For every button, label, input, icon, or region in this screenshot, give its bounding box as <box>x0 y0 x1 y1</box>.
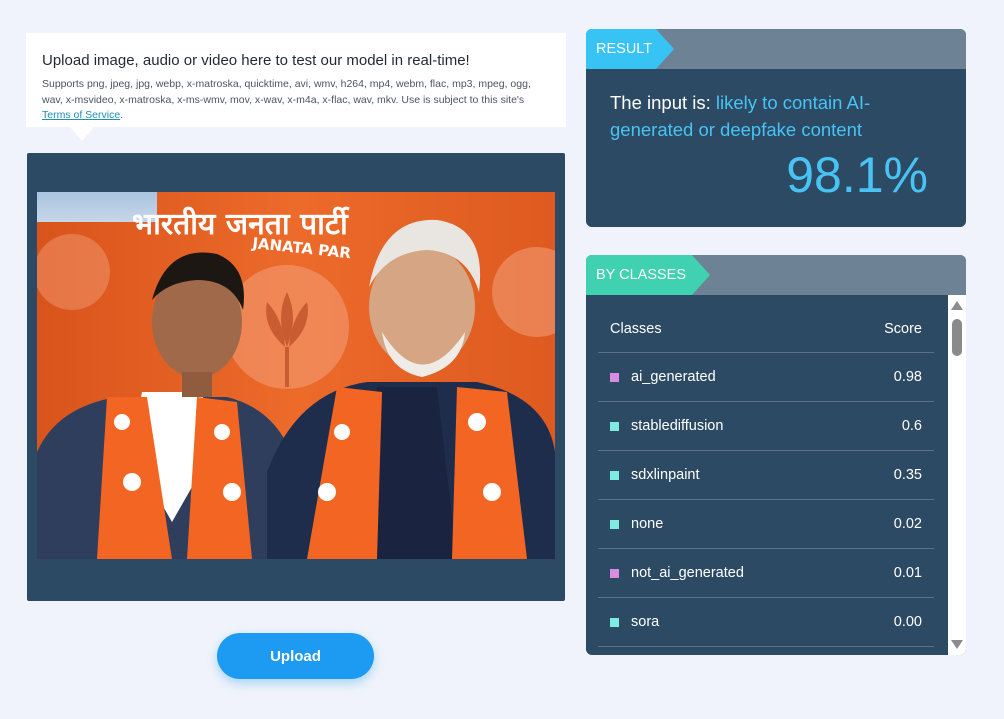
class-name-cell: stablediffusion <box>610 418 723 434</box>
class-score: 0.6 <box>901 418 922 434</box>
scroll-down-arrow-icon[interactable] <box>951 640 963 649</box>
scrollbar-thumb[interactable] <box>952 319 962 356</box>
scroll-up-arrow-icon[interactable] <box>951 301 963 310</box>
class-name: sdxlinpaint <box>631 467 700 483</box>
result-card-header: RESULT <box>586 29 966 69</box>
class-score: 0.02 <box>893 516 922 532</box>
result-score: 98.1% <box>786 147 928 203</box>
table-row: sora 0.00 <box>598 598 934 647</box>
class-name-cell: sora <box>610 614 659 630</box>
banner-hindi-text: भारतीय जनता पार्टी <box>132 206 350 242</box>
table-header-row: Classes Score <box>598 295 934 353</box>
class-name: sora <box>631 614 660 630</box>
by-classes-tag: BY CLASSES <box>586 255 710 295</box>
table-row: none 0.02 <box>598 500 934 549</box>
class-color-marker-icon <box>610 372 619 382</box>
class-name-cell: ai_generated <box>610 369 716 385</box>
classes-table[interactable]: Classes Score ai_generated 0.98 stablediff… <box>598 295 934 655</box>
by-classes-card: BY CLASSES Classes Score ai_generated 0.9… <box>586 255 966 655</box>
classes-scrollbar[interactable] <box>948 295 966 655</box>
by-classes-header: BY CLASSES <box>586 255 966 295</box>
table-row: sdxlinpaint 0.35 <box>598 451 934 500</box>
class-score: 0.98 <box>893 369 922 385</box>
result-prefix: The input is: <box>610 92 716 113</box>
image-preview-panel[interactable]: भारतीय जनता पार्टी JANATA PAR <box>27 153 565 601</box>
class-name: stablediffusion <box>631 418 724 434</box>
class-color-marker-icon <box>610 470 619 480</box>
class-name: none <box>631 516 664 532</box>
supported-formats-text: Supports png, jpeg, jpg, webp, x-matrosk… <box>42 78 531 106</box>
class-score: 0.01 <box>893 565 922 581</box>
class-color-marker-icon <box>610 568 619 578</box>
upload-info-description: Supports png, jpeg, jpg, webp, x-matrosk… <box>42 77 550 124</box>
class-score: 0.00 <box>893 614 922 630</box>
class-score: 0.35 <box>893 467 922 483</box>
class-name: ai_generated <box>631 369 716 385</box>
table-row: stablediffusion 0.6 <box>598 402 934 451</box>
class-color-marker-icon <box>610 519 619 529</box>
class-name: not_ai_generated <box>631 565 744 581</box>
result-tag: RESULT <box>586 29 674 69</box>
result-verdict-text: The input is: likely to contain AI-gener… <box>610 89 942 143</box>
uploaded-photo: भारतीय जनता पार्टी JANATA PAR <box>37 192 555 559</box>
upload-info-box: Upload image, audio or video here to tes… <box>26 33 566 141</box>
table-row: ai_generated 0.98 <box>598 353 934 402</box>
terms-of-service-link[interactable]: Terms of Service <box>42 109 120 121</box>
class-name-cell: none <box>610 516 663 532</box>
class-name-cell: not_ai_generated <box>610 565 744 581</box>
class-color-marker-icon <box>610 421 619 431</box>
upload-button[interactable]: Upload <box>217 633 374 679</box>
class-color-marker-icon <box>610 617 619 627</box>
class-name-cell: sdxlinpaint <box>610 467 700 483</box>
upload-info-title: Upload image, audio or video here to tes… <box>42 52 470 69</box>
result-card: RESULT The input is: likely to contain A… <box>586 29 966 227</box>
table-row: not_ai_generated 0.01 <box>598 549 934 598</box>
header-classes: Classes <box>610 320 662 337</box>
header-score: Score <box>884 320 922 337</box>
description-end: . <box>120 109 124 121</box>
